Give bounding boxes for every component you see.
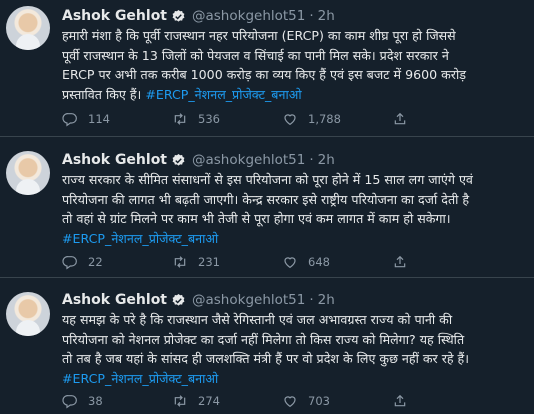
like-button[interactable]: 703 bbox=[282, 393, 392, 409]
reply-button[interactable]: 38 bbox=[62, 393, 172, 409]
like-button[interactable]: 648 bbox=[282, 254, 392, 270]
like-count: 1,788 bbox=[308, 112, 341, 126]
retweet-button[interactable]: 231 bbox=[172, 254, 282, 270]
retweet-count: 536 bbox=[198, 112, 220, 126]
separator-dot: · bbox=[309, 292, 314, 308]
hashtag-link[interactable]: #ERCP_नेशनल_प्रोजेक्ट_बनाओ bbox=[62, 231, 218, 246]
share-button[interactable] bbox=[392, 111, 408, 127]
author-name[interactable]: Ashok Gehlot bbox=[62, 8, 167, 24]
reply-icon bbox=[62, 256, 77, 270]
hashtag-link[interactable]: #ERCP_नेशनल_प्रोजेक्ट_बनाओ bbox=[145, 87, 301, 102]
share-icon bbox=[394, 112, 406, 125]
tweet-text: यह समझ के परे है कि राजस्थान जैसे रेगिस्… bbox=[62, 310, 528, 388]
tweet-actions: 22 231 648 bbox=[62, 254, 408, 270]
like-icon bbox=[284, 396, 296, 408]
tweet-time[interactable]: 2h bbox=[318, 152, 335, 168]
share-button[interactable] bbox=[392, 393, 408, 409]
avatar[interactable] bbox=[6, 151, 50, 195]
tweet-text-line: तो वहां से ग्रांट मिलने पर काम भी तेजी स… bbox=[62, 211, 451, 226]
like-icon bbox=[284, 257, 296, 269]
tweet-text-line: ERCP पर अभी तक करीब 1000 करोड़ का व्यय क… bbox=[62, 67, 466, 82]
hashtag-link[interactable]: #ERCP_नेशनल_प्रोजेक्ट_बनाओ bbox=[62, 371, 218, 386]
reply-button[interactable]: 114 bbox=[62, 111, 172, 127]
separator-dot: · bbox=[309, 8, 314, 24]
retweet-button[interactable]: 536 bbox=[172, 111, 282, 127]
reply-icon bbox=[62, 395, 77, 409]
tweet-text-line: तो तब है जब यहां के सांसद ही जलशक्ति मंत… bbox=[62, 351, 469, 366]
tweet-actions: 114 536 1,788 bbox=[62, 111, 408, 127]
retweet-button[interactable]: 274 bbox=[172, 393, 282, 409]
share-icon bbox=[394, 394, 406, 407]
tweet-text: हमारी मंशा है कि पूर्वी राजस्थान नहर परि… bbox=[62, 26, 528, 104]
tweet-text-line: हमारी मंशा है कि पूर्वी राजस्थान नहर परि… bbox=[62, 28, 456, 43]
tweet-text-line: राज्य सरकार के सीमित संसाधनों से इस परिय… bbox=[62, 172, 473, 187]
separator-dot: · bbox=[309, 152, 314, 168]
tweet-text-line: परियोजना की लागत भी बढ़ती जाएगी। केन्द्र… bbox=[62, 191, 470, 207]
author-name[interactable]: Ashok Gehlot bbox=[62, 292, 167, 308]
author-handle[interactable]: @ashokgehlot51 bbox=[192, 292, 305, 308]
tweet[interactable]: Ashok Gehlot @ashokgehlot51 · 2h हमारी म… bbox=[0, 0, 534, 137]
retweet-icon bbox=[174, 256, 186, 268]
tweet-text: राज्य सरकार के सीमित संसाधनों से इस परिय… bbox=[62, 170, 528, 248]
like-button[interactable]: 1,788 bbox=[282, 111, 392, 127]
like-icon bbox=[284, 114, 296, 126]
tweet-time[interactable]: 2h bbox=[318, 292, 335, 308]
reply-count: 114 bbox=[88, 112, 110, 126]
reply-count: 38 bbox=[88, 394, 103, 408]
tweet-actions: 38 274 703 bbox=[62, 393, 408, 409]
tweet-text-line: प्रस्तावित किए हैं। bbox=[62, 86, 142, 102]
retweet-count: 274 bbox=[198, 394, 220, 408]
verified-badge-icon bbox=[171, 153, 186, 168]
tweet-text-line: यह समझ के परे है कि राजस्थान जैसे रेगिस्… bbox=[62, 312, 453, 327]
tweet-text-line: परियोजना को नेशनल प्रोजेक्ट का दर्जा नही… bbox=[62, 331, 465, 347]
like-count: 703 bbox=[308, 394, 330, 408]
retweet-icon bbox=[174, 113, 186, 125]
author-handle[interactable]: @ashokgehlot51 bbox=[192, 8, 305, 24]
retweet-count: 231 bbox=[198, 255, 220, 269]
tweet[interactable]: Ashok Gehlot @ashokgehlot51 · 2h राज्य स… bbox=[0, 137, 534, 278]
tweet-time[interactable]: 2h bbox=[318, 8, 335, 24]
like-count: 648 bbox=[308, 255, 330, 269]
reply-button[interactable]: 22 bbox=[62, 254, 172, 270]
author-handle[interactable]: @ashokgehlot51 bbox=[192, 152, 305, 168]
avatar[interactable] bbox=[6, 6, 50, 50]
tweet[interactable]: Ashok Gehlot @ashokgehlot51 · 2h यह समझ … bbox=[0, 278, 534, 414]
tweet-text-line: पूर्वी राजस्थान के 13 जिलों को पेयजल व स… bbox=[62, 47, 449, 63]
share-button[interactable] bbox=[392, 254, 408, 270]
reply-count: 22 bbox=[88, 255, 103, 269]
retweet-icon bbox=[174, 395, 186, 407]
reply-icon bbox=[62, 113, 77, 127]
verified-badge-icon bbox=[171, 9, 186, 24]
share-icon bbox=[394, 255, 406, 268]
author-name[interactable]: Ashok Gehlot bbox=[62, 152, 167, 168]
verified-badge-icon bbox=[171, 293, 186, 308]
avatar[interactable] bbox=[6, 292, 50, 336]
